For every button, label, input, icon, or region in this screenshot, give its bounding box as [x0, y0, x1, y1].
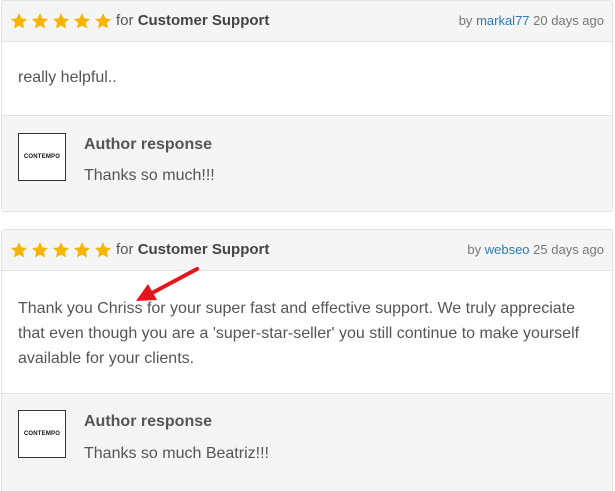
star-icon	[94, 12, 112, 30]
star-icon	[73, 241, 91, 259]
author-response-title: Author response	[84, 413, 213, 430]
review-body-line: that even though you are a 'super-star-s…	[18, 325, 580, 342]
category-name: Customer Support	[137, 12, 270, 29]
logo-text: CONTEMPO	[23, 154, 61, 160]
author-logo: CONTEMPO	[18, 133, 66, 181]
review-meta: by webseo 25 days ago	[467, 242, 604, 257]
review-body-line: Thank you Chriss for your super fast and…	[18, 300, 576, 317]
star-icon	[31, 241, 49, 259]
star-icon	[10, 241, 28, 259]
review-card: for Customer Support by markal77 20 days…	[1, 0, 613, 212]
author-response: CONTEMPO Author response Thanks so much …	[2, 393, 612, 491]
author-logo: CONTEMPO	[18, 410, 66, 458]
review-body: really helpful..	[18, 69, 117, 86]
star-icon	[94, 241, 112, 259]
review-category: for Customer Support	[116, 12, 269, 29]
star-icon	[10, 12, 28, 30]
username-link[interactable]: markal77	[476, 13, 529, 28]
star-icon	[52, 12, 70, 30]
author-response-title: Author response	[84, 136, 213, 153]
review-header: for Customer Support by webseo 25 days a…	[2, 230, 612, 271]
star-icon	[73, 12, 91, 30]
for-prefix: for	[116, 241, 134, 258]
author-response-text: Thanks so much Beatriz!!!	[84, 445, 269, 462]
review-body: Thank you Chriss for your super fast and…	[18, 296, 579, 371]
by-prefix: by	[458, 13, 473, 28]
by-prefix: by	[467, 242, 482, 257]
review-category: for Customer Support	[116, 241, 269, 258]
star-icon	[31, 12, 49, 30]
category-name: Customer Support	[137, 241, 270, 258]
star-icon	[52, 241, 70, 259]
logo-text: CONTEMPO	[23, 431, 61, 437]
author-response-text: Thanks so much!!!	[84, 167, 215, 184]
author-response: CONTEMPO Author response Thanks so much!…	[2, 115, 612, 211]
red-arrow-annotation	[136, 267, 199, 301]
review-time: 20 days ago	[533, 13, 604, 28]
review-body-line: available for your clients.	[18, 350, 195, 367]
review-header: for Customer Support by markal77 20 days…	[2, 1, 612, 42]
review-time: 25 days ago	[533, 242, 604, 257]
review-meta: by markal77 20 days ago	[459, 13, 604, 28]
for-prefix: for	[116, 12, 134, 29]
review-card: for Customer Support by webseo 25 days a…	[1, 229, 613, 491]
username-link[interactable]: webseo	[485, 242, 530, 257]
